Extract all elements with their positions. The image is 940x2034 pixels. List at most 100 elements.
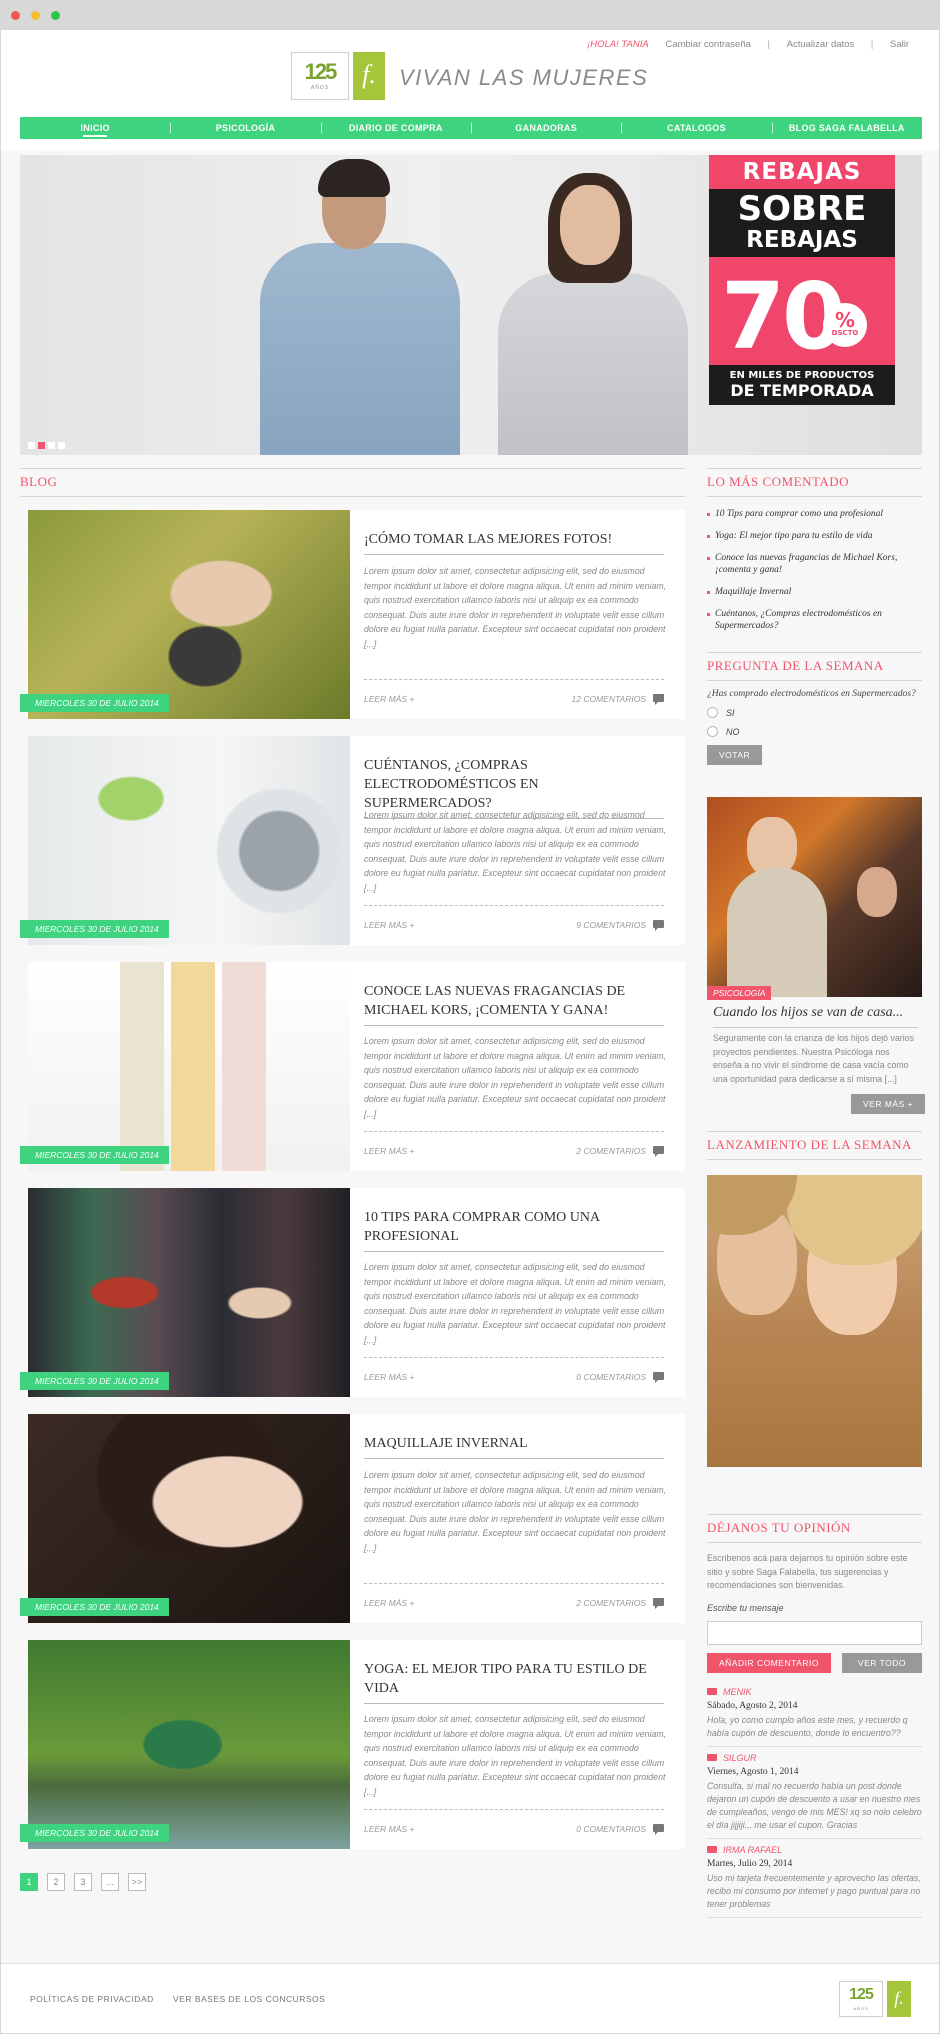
read-more-link[interactable]: LEER MÁS +: [364, 694, 414, 704]
post-title[interactable]: YOGA: EL MEJOR TIPO PARA TU ESTILO DE VI…: [364, 1660, 664, 1704]
post-footer: LEER MÁS + 0 COMENTARIOS: [364, 1809, 664, 1835]
footer-falabella-logo[interactable]: f.: [887, 1981, 911, 2017]
hero-slider[interactable]: REBAJAS SOBRE REBAJAS 70 % DSCTO EN MILE…: [20, 155, 922, 455]
most-commented-item[interactable]: Yoga: El mejor tipo para tu estilo de vi…: [707, 530, 922, 542]
comments-count[interactable]: 2 COMENTARIOS: [576, 1598, 646, 1608]
comment-text: Hola, yo como cumplo años este mes, y re…: [707, 1714, 908, 1738]
feature-title[interactable]: Cuando los hijos se van de casa...: [713, 1005, 918, 1028]
promo-line-1: REBAJAS: [742, 159, 862, 185]
promo-dscto: DSCTO: [831, 329, 859, 337]
post-image[interactable]: [28, 1188, 350, 1397]
comment-author[interactable]: MENIK: [723, 1687, 752, 1697]
comment-bubble-icon: [653, 1598, 664, 1609]
post-excerpt: Lorem ipsum dolor sit amet, consectetur …: [364, 1262, 667, 1345]
main-nav: INICIO PSICOLOGÍA DIARIO DE COMPRA GANAD…: [20, 117, 922, 139]
comments-count[interactable]: 0 COMENTARIOS: [576, 1372, 646, 1382]
slider-dot[interactable]: [28, 442, 35, 449]
feature-text: Seguramente con la crianza de los hijos …: [713, 1033, 914, 1084]
add-comment-button[interactable]: AÑADIR COMENTARIO: [707, 1652, 831, 1673]
comment-bubble-icon: [653, 1824, 664, 1835]
read-more-link[interactable]: LEER MÁS +: [364, 1146, 414, 1156]
page-ellipsis: ...: [101, 1873, 119, 1891]
post-title[interactable]: MAQUILLAJE INVERNAL: [364, 1434, 664, 1459]
post-footer: LEER MÁS + 2 COMENTARIOS: [364, 1131, 664, 1157]
post-image[interactable]: [28, 1414, 350, 1623]
feature-category-badge[interactable]: PSICOLOGÍA: [707, 986, 772, 1000]
read-more-link[interactable]: LEER MÁS +: [364, 920, 414, 930]
read-more-link[interactable]: LEER MÁS +: [364, 1598, 414, 1608]
page-2-button[interactable]: 2: [47, 1873, 65, 1891]
read-more-link[interactable]: LEER MÁS +: [364, 1372, 414, 1382]
comments-count[interactable]: 9 COMENTARIOS: [576, 920, 646, 930]
most-commented-item[interactable]: Maquillaje Invernal: [707, 586, 922, 598]
comment-date: Sábado, Agosto 2, 2014: [707, 1700, 798, 1711]
slider-dots: [28, 442, 68, 449]
slider-dot[interactable]: [48, 442, 55, 449]
launch-image[interactable]: [707, 1175, 922, 1467]
contest-rules-link[interactable]: VER BASES DE LOS CONCURSOS: [173, 1994, 325, 2004]
post-image[interactable]: [28, 962, 350, 1171]
see-all-button[interactable]: VER TODO: [841, 1652, 922, 1673]
logout-link[interactable]: Salir: [890, 39, 909, 50]
nav-item-blog-saga-falabella[interactable]: BLOG SAGA FALABELLA: [771, 117, 922, 139]
close-window-icon[interactable]: [11, 11, 20, 20]
post-image[interactable]: [28, 1640, 350, 1849]
slider-dot[interactable]: [58, 442, 65, 449]
nav-item-ganadoras[interactable]: GANADORAS: [470, 117, 621, 139]
poll-heading: PREGUNTA DE LA SEMANA: [707, 652, 922, 681]
maximize-window-icon[interactable]: [51, 11, 60, 20]
most-commented-item[interactable]: Conoce las nuevas fragancias de Michael …: [707, 552, 922, 576]
comment-text: Consulta, si mal no recuerdo había un po…: [707, 1780, 922, 1830]
opinion-input-label: Escribe tu mensaje: [707, 1602, 784, 1613]
privacy-policy-link[interactable]: POLÍTICAS DE PRIVACIDAD: [30, 1994, 154, 2004]
read-more-link[interactable]: LEER MÁS +: [364, 1824, 414, 1834]
opinion-message-input[interactable]: [707, 1620, 922, 1645]
see-more-button[interactable]: VER MÁS +: [851, 1094, 926, 1114]
page-3-button[interactable]: 3: [74, 1873, 92, 1891]
comments-count[interactable]: 12 COMENTARIOS: [572, 694, 646, 704]
comment-bubble-icon: [653, 1146, 664, 1157]
next-page-button[interactable]: >>: [128, 1873, 146, 1891]
post-title[interactable]: 10 TIPS PARA COMPRAR COMO UNA PROFESIONA…: [364, 1208, 664, 1252]
comment-author[interactable]: IRMA RAFAEL: [723, 1845, 782, 1855]
poll-option-si[interactable]: SI: [707, 707, 922, 718]
most-commented-item[interactable]: Cuéntanos, ¿Compras electrodomésticos en…: [707, 608, 922, 632]
promo-banner[interactable]: REBAJAS SOBRE REBAJAS 70 % DSCTO EN MILE…: [709, 155, 895, 405]
promo-line-2: SOBRE: [737, 189, 867, 229]
nav-item-diario-de-compra[interactable]: DIARIO DE COMPRA: [320, 117, 471, 139]
most-commented-item[interactable]: 10 Tips para comprar como una profesiona…: [707, 508, 922, 520]
post-excerpt: Lorem ipsum dolor sit amet, consectetur …: [364, 810, 667, 893]
vote-button[interactable]: VOTAR: [707, 745, 763, 765]
radio-icon[interactable]: [707, 707, 718, 718]
nav-item-psicologia[interactable]: PSICOLOGÍA: [170, 117, 320, 139]
comment-bubble-icon: [653, 1372, 664, 1383]
post-title[interactable]: CONOCE LAS NUEVAS FRAGANCIAS DE MICHAEL …: [364, 982, 664, 1026]
post-footer: LEER MÁS + 2 COMENTARIOS: [364, 1583, 664, 1609]
post-image[interactable]: [28, 510, 350, 719]
page-1-button[interactable]: 1: [20, 1873, 38, 1891]
nav-item-inicio[interactable]: INICIO: [20, 117, 170, 139]
site-title[interactable]: VIVAN LAS MUJERES: [399, 65, 648, 91]
post-image[interactable]: [28, 736, 350, 945]
post-title[interactable]: ¡CÓMO TOMAR LAS MEJORES FOTOS!: [364, 530, 664, 555]
poll-option-no[interactable]: NO: [707, 726, 922, 737]
minimize-window-icon[interactable]: [31, 11, 40, 20]
radio-icon[interactable]: [707, 726, 718, 737]
nav-item-catalogos[interactable]: CATALOGOS: [621, 117, 771, 139]
update-data-link[interactable]: Actualizar datos: [787, 39, 855, 50]
post-date-badge: MIERCOLES 30 DE JULIO 2014: [20, 920, 169, 938]
slider-dot-active[interactable]: [38, 442, 45, 449]
blog-post: MIERCOLES 30 DE JULIO 2014 CONOCE LAS NU…: [20, 962, 685, 1171]
feature-image[interactable]: [707, 797, 922, 997]
footer-anniversary-years-label: AÑOS: [853, 2006, 869, 2011]
poll-option-label: SI: [726, 707, 735, 718]
opinion: Escribenos acá para dejarnos tu opinión …: [707, 1552, 922, 1918]
hero-photo-man: [260, 243, 460, 455]
anniversary-logo[interactable]: 125 AÑOS: [291, 52, 349, 100]
footer-anniversary-logo[interactable]: 125 AÑOS: [839, 1981, 883, 2017]
comment-author[interactable]: SILGUR: [723, 1753, 757, 1763]
falabella-logo[interactable]: f.: [353, 52, 385, 100]
comments-count[interactable]: 2 COMENTARIOS: [576, 1146, 646, 1156]
comments-count[interactable]: 0 COMENTARIOS: [576, 1824, 646, 1834]
change-password-link[interactable]: Cambiar contraseña: [665, 39, 751, 50]
